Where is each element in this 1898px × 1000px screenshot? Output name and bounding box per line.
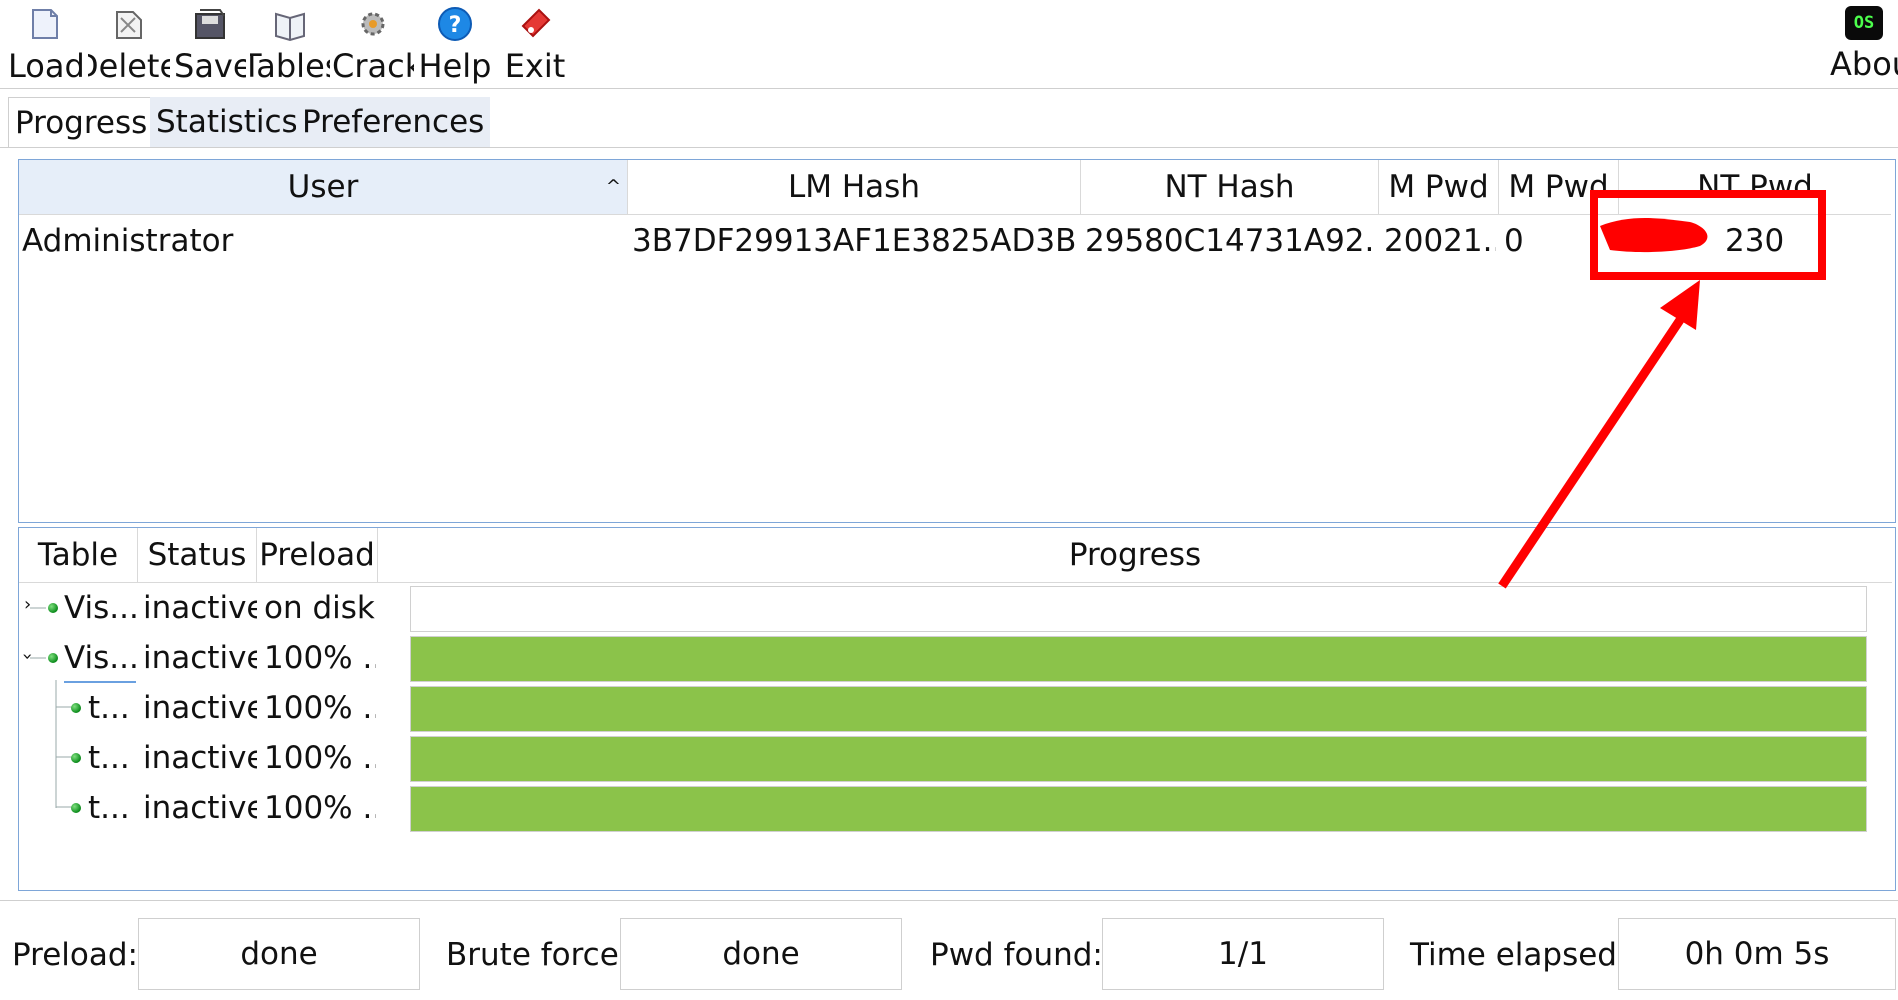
annotation-scribble: [1600, 218, 1708, 253]
annotation-arrow-line: [1498, 305, 1692, 589]
annotation-overlay: [1498, 190, 1826, 589]
